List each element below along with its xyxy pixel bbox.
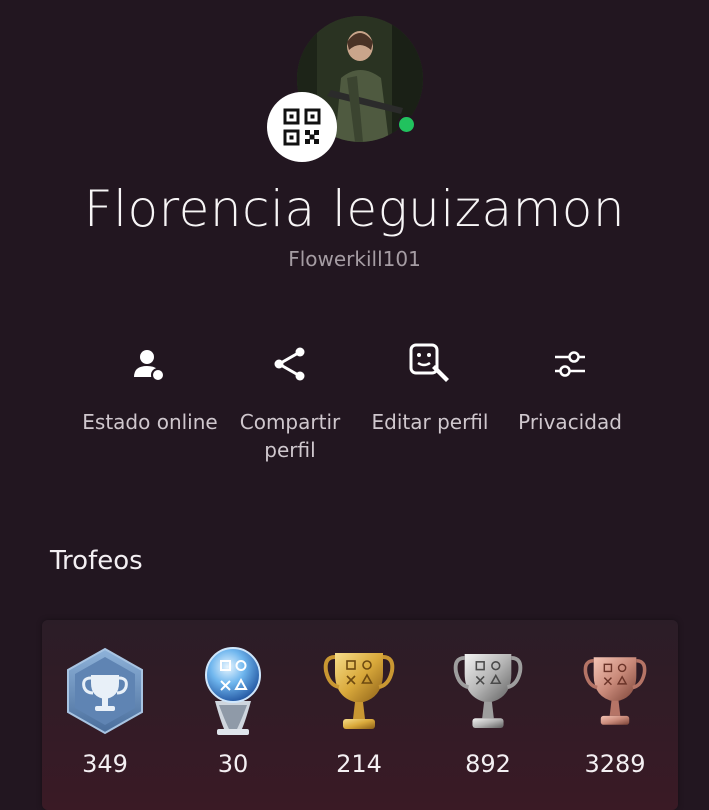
share-icon [274, 347, 305, 381]
trophy-bronze[interactable]: 3289 [560, 645, 670, 778]
privacy-label: Privacidad [518, 410, 622, 434]
share-profile-button[interactable]: Compartir perfil [210, 342, 370, 464]
privacy-sliders-icon [555, 351, 585, 377]
online-status-icon [134, 350, 165, 382]
edit-profile-button[interactable]: Editar perfil [350, 342, 510, 436]
privacy-button[interactable]: Privacidad [490, 342, 650, 436]
trophy-platinum-count: 30 [217, 750, 249, 778]
trophies-card[interactable]: 349 30 214 892 3289 [42, 620, 678, 810]
trophy-bronze-count: 3289 [584, 750, 646, 778]
qr-code-button[interactable] [267, 92, 337, 162]
trophy-gold[interactable]: 214 [304, 645, 414, 778]
trophy-level[interactable]: 349 [50, 645, 160, 778]
trophy-silver[interactable]: 892 [433, 645, 543, 778]
trophy-bronze-icon [583, 657, 647, 725]
trophy-platinum[interactable]: 30 [178, 645, 288, 778]
profile-online-id: Flowerkill101 [288, 247, 421, 271]
qr-code-icon [283, 108, 321, 146]
trophy-gold-count: 214 [336, 750, 382, 778]
online-status-label: Estado online [82, 410, 218, 434]
edit-profile-label: Editar perfil [371, 410, 489, 434]
trophy-silver-count: 892 [465, 750, 511, 778]
trophy-silver-icon [453, 654, 523, 728]
edit-profile-icon [409, 343, 449, 382]
online-status-button[interactable]: Estado online [70, 342, 230, 436]
trophies-section-title: Trofeos [50, 546, 143, 576]
trophy-platinum-icon [205, 647, 261, 735]
online-status-dot [397, 115, 416, 134]
trophy-level-icon [67, 647, 143, 735]
trophy-level-count: 349 [82, 750, 128, 778]
profile-display-name: Florencia leguizamon [83, 180, 626, 238]
share-profile-label: Compartir perfil [239, 410, 341, 462]
trophy-gold-icon [323, 653, 395, 729]
